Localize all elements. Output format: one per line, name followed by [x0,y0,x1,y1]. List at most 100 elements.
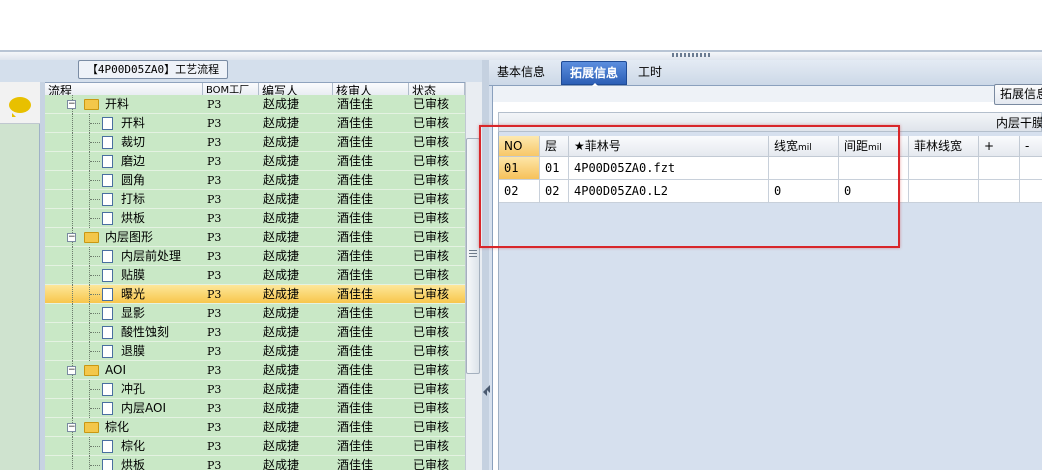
tree-expander-icon[interactable]: − [67,233,76,242]
process-tree-grid[interactable]: 流程 BOM工厂 编写人 核审人 状态 − 开料 P3 赵成捷 酒佳佳 已审核 开料 P3 赵成… [45,82,465,470]
tree-step-row[interactable]: 显影 P3 赵成捷 酒佳佳 已审核 [45,304,465,323]
tree-group-row[interactable]: − 开料 P3 赵成捷 酒佳佳 已审核 [45,95,465,114]
tree-step-row[interactable]: 曝光 P3 赵成捷 酒佳佳 已审核 [45,285,465,304]
document-icon [102,383,113,396]
tree-step-label: 退膜 [121,344,146,358]
splitter-grip[interactable] [672,53,712,57]
grid-cell-film-line-width[interactable] [909,180,979,203]
document-icon [102,174,113,187]
tree-step-label: 显影 [121,306,146,320]
grid-cell-plus[interactable] [979,180,1020,203]
tree-step-row[interactable]: 圆角 P3 赵成捷 酒佳佳 已审核 [45,171,465,190]
status-cell: 已审核 [413,230,450,244]
grid-header-plus[interactable]: + [979,136,1020,157]
tree-connector [72,285,73,304]
status-cell: 已审核 [413,420,450,434]
grid-cell-minus[interactable] [1020,180,1042,203]
bom-cell: P3 [207,155,222,168]
bom-cell: P3 [207,364,222,377]
grid-cell-film-line-width[interactable] [909,157,979,180]
tree-step-label: 内层前处理 [121,249,182,263]
writer-cell: 赵成捷 [263,135,300,149]
tree-connector [89,456,90,470]
tree-step-row[interactable]: 烘板 P3 赵成捷 酒佳佳 已审核 [45,456,465,470]
tree-step-row[interactable]: 贴膜 P3 赵成捷 酒佳佳 已审核 [45,266,465,285]
grid-header-film-line-width[interactable]: 菲林线宽 [909,136,979,157]
tree-step-label: 裁切 [121,135,146,149]
tree-group-label: 内层图形 [105,230,154,244]
status-cell: 已审核 [413,135,450,149]
tree-group-row[interactable]: − 棕化 P3 赵成捷 酒佳佳 已审核 [45,418,465,437]
writer-cell: 赵成捷 [263,420,300,434]
tree-expander-icon[interactable]: − [67,100,76,109]
status-cell: 已审核 [413,325,450,339]
chat-bubble-icon[interactable] [9,97,31,117]
tree-connector [72,152,73,171]
tree-connector [72,114,73,133]
status-cell: 已审核 [413,211,450,225]
document-icon [102,250,113,263]
tab-work-hours[interactable]: 工时 [630,61,670,85]
document-icon [102,307,113,320]
tree-connector [90,351,100,352]
writer-cell: 赵成捷 [263,173,300,187]
writer-cell: 赵成捷 [263,344,300,358]
tree-group-row[interactable]: − AOI P3 赵成捷 酒佳佳 已审核 [45,361,465,380]
bom-cell: P3 [207,117,222,130]
grid-cell-minus[interactable] [1020,157,1042,180]
tree-expander-icon[interactable]: − [67,366,76,375]
tree-step-row[interactable]: 内层前处理 P3 赵成捷 酒佳佳 已审核 [45,247,465,266]
tree-step-row[interactable]: 酸性蚀刻 P3 赵成捷 酒佳佳 已审核 [45,323,465,342]
bom-cell: P3 [207,326,222,339]
writer-cell: 赵成捷 [263,116,300,130]
document-icon [102,345,113,358]
tab-extended-info[interactable]: 拓展信息 [561,61,628,85]
tree-step-label: 棕化 [121,439,146,453]
status-cell: 已审核 [413,401,450,415]
reviewer-cell: 酒佳佳 [337,192,374,206]
status-cell: 已审核 [413,173,450,187]
tree-connector [90,389,100,390]
tree-connector [90,294,100,295]
tree-group-label: 开料 [105,97,130,111]
highlight-box [479,125,900,248]
tab-basic-info[interactable]: 基本信息 [489,61,553,85]
extended-info-button[interactable]: 拓展信息 [994,84,1042,105]
bom-cell: P3 [207,383,222,396]
tree-step-row[interactable]: 打标 P3 赵成捷 酒佳佳 已审核 [45,190,465,209]
status-cell: 已审核 [413,382,450,396]
side-strip [0,82,40,470]
tree-group-row[interactable]: − 内层图形 P3 赵成捷 酒佳佳 已审核 [45,228,465,247]
tree-connector [72,456,73,470]
tree-expander-icon[interactable]: − [67,423,76,432]
tree-step-row[interactable]: 内层AOI P3 赵成捷 酒佳佳 已审核 [45,399,465,418]
document-icon [102,288,113,301]
tree-step-row[interactable]: 裁切 P3 赵成捷 酒佳佳 已审核 [45,133,465,152]
tree-step-row[interactable]: 退膜 P3 赵成捷 酒佳佳 已审核 [45,342,465,361]
status-cell: 已审核 [413,192,450,206]
writer-cell: 赵成捷 [263,192,300,206]
tree-step-row[interactable]: 开料 P3 赵成捷 酒佳佳 已审核 [45,114,465,133]
writer-cell: 赵成捷 [263,401,300,415]
tree-step-row[interactable]: 烘板 P3 赵成捷 酒佳佳 已审核 [45,209,465,228]
status-cell: 已审核 [413,306,450,320]
tree-step-row[interactable]: 冲孔 P3 赵成捷 酒佳佳 已审核 [45,380,465,399]
reviewer-cell: 酒佳佳 [337,154,374,168]
bom-cell: P3 [207,459,222,470]
center-splitter[interactable] [482,60,489,470]
document-icon [102,269,113,282]
tree-connector [90,465,100,466]
tree-step-row[interactable]: 磨边 P3 赵成捷 酒佳佳 已审核 [45,152,465,171]
tree-connector [72,323,73,342]
reviewer-cell: 酒佳佳 [337,401,374,415]
grid-cell-plus[interactable] [979,157,1020,180]
status-cell: 已审核 [413,249,450,263]
reviewer-cell: 酒佳佳 [337,97,374,111]
collapse-arrow-icon[interactable] [486,385,490,393]
reviewer-cell: 酒佳佳 [337,211,374,225]
tree-connector [72,437,73,456]
document-icon [102,459,113,470]
grid-header-minus[interactable]: - [1020,136,1042,157]
reviewer-cell: 酒佳佳 [337,458,374,470]
tree-step-row[interactable]: 棕化 P3 赵成捷 酒佳佳 已审核 [45,437,465,456]
